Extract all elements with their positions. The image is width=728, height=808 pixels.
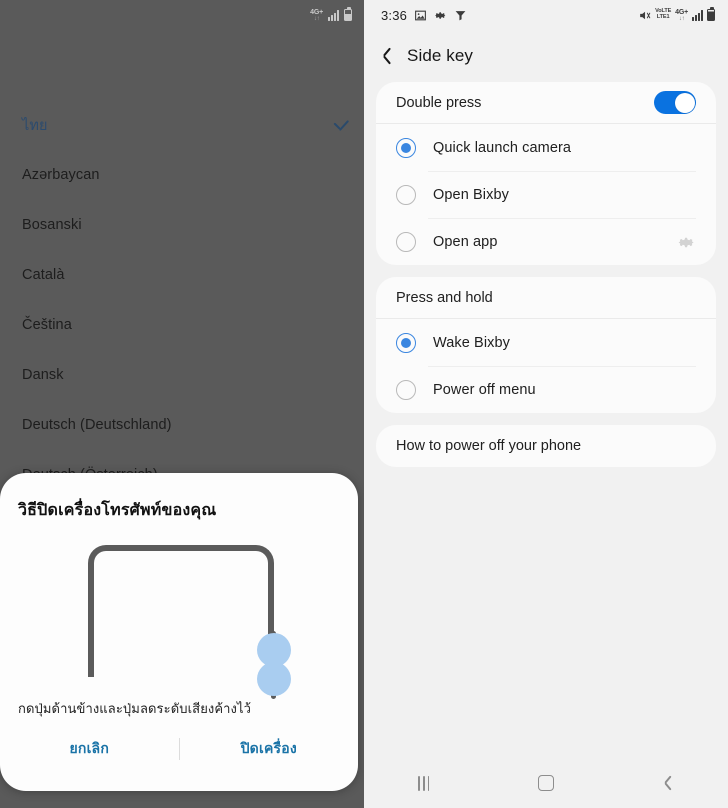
mute-icon (640, 11, 651, 19)
how-to-power-off-card[interactable]: How to power off your phone (376, 425, 716, 467)
gear-icon (435, 11, 446, 19)
battery-icon (707, 7, 715, 21)
volte-indicator: VoLTE LTE1 (655, 8, 671, 21)
option-content: Quick launch camera (428, 124, 696, 171)
language-row-selected[interactable]: ไทย (0, 100, 364, 150)
gear-icon[interactable] (677, 233, 696, 252)
language-settings-screen: 4G+ ↓↑ ไทย Azərbaycan Bosanski Català Če… (0, 0, 364, 808)
list-item[interactable]: Català (0, 250, 364, 300)
double-press-toggle[interactable] (654, 91, 696, 114)
option-label: Quick launch camera (433, 139, 572, 156)
option-content: Open Bixby (428, 171, 696, 218)
list-item[interactable]: Bosanski (0, 200, 364, 250)
dialog-actions: ยกเลิก ปิดเครื่อง (0, 729, 358, 769)
list-item[interactable]: Dansk (0, 350, 364, 400)
clock: 3:36 (381, 7, 408, 23)
page-title: Side key (407, 46, 474, 65)
option-content: Open app (428, 218, 696, 265)
radio-button[interactable] (396, 231, 416, 252)
network-type-label: 4G+ (310, 8, 323, 16)
lte-label: LTE1 (656, 14, 670, 20)
option-label: Open app (433, 234, 498, 250)
app-header: Side key (364, 30, 728, 82)
language-label: Català (22, 267, 65, 283)
back-icon[interactable] (663, 775, 674, 791)
right-status-bar: 3:36 VoLTE LTE1 4G+ ↓↑ (364, 0, 728, 30)
image-icon (415, 10, 427, 20)
option-label: Wake Bixby (433, 334, 511, 351)
language-label: Deutsch (Deutschland) (22, 417, 172, 433)
radio-button[interactable] (396, 379, 416, 400)
side-key-settings-screen: 3:36 VoLTE LTE1 4G+ ↓↑ Side key Double p… (364, 0, 728, 808)
list-item[interactable]: Čeština (0, 300, 364, 350)
recents-icon[interactable] (418, 775, 430, 791)
signal-bars-icon (328, 9, 339, 21)
press-and-hold-header: Press and hold (376, 277, 716, 319)
dialog-title: วิธีปิดเครื่องโทรศัพท์ของคุณ (18, 502, 217, 519)
home-icon[interactable] (537, 775, 554, 791)
network-activity-label: ↓↑ (678, 15, 685, 22)
language-label: ไทย (22, 117, 48, 134)
option-row-power-off-menu[interactable]: Power off menu (376, 366, 716, 413)
volume-down-highlight-icon (257, 662, 291, 696)
option-content: Power off menu (428, 366, 696, 413)
radio-button[interactable] (396, 137, 416, 158)
language-label: Azərbaycan (22, 167, 100, 183)
cancel-button[interactable]: ยกเลิก (0, 738, 179, 760)
press-and-hold-card: Press and hold Wake Bixby Power off menu (376, 277, 716, 413)
double-press-header: Double press (376, 82, 716, 124)
how-to-power-off-label: How to power off your phone (396, 438, 582, 454)
phone-outline-shape (88, 545, 274, 677)
language-list[interactable]: ไทย Azərbaycan Bosanski Català Čeština D… (0, 100, 364, 500)
option-row-wake-bixby[interactable]: Wake Bixby (376, 319, 716, 366)
filter-icon (455, 10, 466, 20)
check-icon (332, 120, 350, 131)
double-press-card: Double press Quick launch camera Open Bi… (376, 82, 716, 265)
option-content: Wake Bixby (428, 319, 696, 366)
radio-button[interactable] (396, 332, 416, 353)
list-item[interactable]: Deutsch (Deutschland) (0, 400, 364, 450)
list-item[interactable]: Azərbaycan (0, 150, 364, 200)
option-label: Power off menu (433, 382, 536, 398)
option-label: Open Bixby (433, 187, 509, 203)
status-bar-left-group: 3:36 (381, 8, 467, 23)
power-off-help-dialog: วิธีปิดเครื่องโทรศัพท์ของคุณ กดปุ่มด้านข… (0, 473, 358, 791)
language-label: Dansk (22, 367, 64, 383)
press-and-hold-label: Press and hold (396, 289, 493, 306)
battery-icon (344, 7, 352, 21)
network-type-indicator: 4G+ ↓↑ (310, 9, 323, 22)
option-row-open-app[interactable]: Open app (376, 218, 716, 265)
option-row-quick-launch-camera[interactable]: Quick launch camera (376, 124, 716, 171)
phone-side-buttons-illustration (0, 523, 358, 699)
status-bar-right-group: VoLTE LTE1 4G+ ↓↑ (638, 7, 715, 22)
network-activity-label: ↓↑ (313, 15, 320, 22)
option-row-open-bixby[interactable]: Open Bixby (376, 171, 716, 218)
signal-bars-icon (692, 9, 703, 21)
double-press-label: Double press (396, 94, 482, 111)
radio-button[interactable] (396, 184, 416, 205)
network-type-label: 4G+ (675, 8, 688, 16)
navigation-bar (364, 758, 728, 808)
power-off-button[interactable]: ปิดเครื่อง (180, 738, 359, 760)
back-chevron-icon[interactable] (382, 47, 393, 65)
language-label: Bosanski (22, 217, 82, 233)
language-label: Čeština (22, 317, 72, 333)
left-status-bar: 4G+ ↓↑ (0, 0, 364, 30)
network-type-indicator: 4G+ ↓↑ (675, 9, 688, 22)
dialog-body-text: กดปุ่มด้านข้างและปุ่มลดระดับเสียงค้างไว้ (18, 701, 252, 716)
